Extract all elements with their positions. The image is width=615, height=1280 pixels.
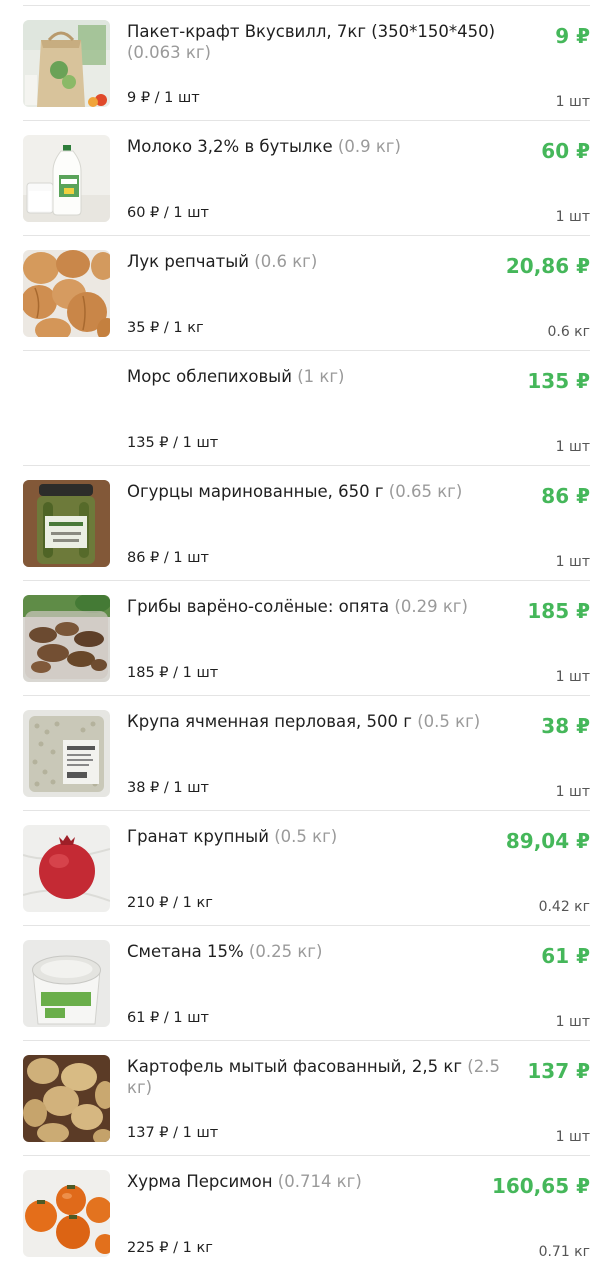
product-weight: (0.65 кг) bbox=[388, 482, 463, 501]
milk-bottle-image bbox=[23, 135, 110, 222]
unit-price: 35 ₽ / 1 кг bbox=[127, 320, 204, 336]
product-weight: (0.25 кг) bbox=[248, 942, 323, 961]
list-item[interactable]: Гранат крупный (0.5 кг) 210 ₽ / 1 кг 89,… bbox=[0, 811, 615, 926]
list-item[interactable]: Крупа ячменная перловая, 500 г (0.5 кг) … bbox=[0, 696, 615, 811]
item-total-price: 137 ₽ bbox=[527, 1059, 590, 1083]
barley-pack-image bbox=[23, 710, 110, 797]
unit-price: 38 ₽ / 1 шт bbox=[127, 780, 209, 796]
product-weight: (1 кг) bbox=[297, 367, 345, 386]
list-item[interactable]: Морс облепиховый (1 кг) 135 ₽ / 1 шт 135… bbox=[0, 351, 615, 466]
pickles-jar-image bbox=[23, 480, 110, 567]
item-total-price: 20,86 ₽ bbox=[505, 254, 590, 278]
list-item[interactable]: Картофель мытый фасованный, 2,5 кг (2.5 … bbox=[0, 1041, 615, 1156]
item-total-price: 160,65 ₽ bbox=[491, 1174, 590, 1198]
item-total-price: 135 ₽ bbox=[527, 369, 590, 393]
product-weight: (0.5 кг) bbox=[417, 712, 481, 731]
product-weight: (0.6 кг) bbox=[254, 252, 318, 271]
product-weight: (0.714 кг) bbox=[277, 1172, 362, 1191]
item-quantity: 1 шт bbox=[555, 94, 590, 110]
item-quantity: 1 шт bbox=[555, 1129, 590, 1145]
product-name: Огурцы маринованные, 650 г (0.65 кг) bbox=[127, 482, 463, 501]
unit-price: 185 ₽ / 1 шт bbox=[127, 665, 219, 681]
item-quantity: 1 шт bbox=[555, 439, 590, 455]
item-total-price: 185 ₽ bbox=[527, 599, 590, 623]
item-total-price: 61 ₽ bbox=[541, 944, 590, 968]
product-name: Сметана 15% (0.25 кг) bbox=[127, 942, 323, 961]
list-item[interactable]: Огурцы маринованные, 650 г (0.65 кг) 86 … bbox=[0, 466, 615, 581]
unit-price: 225 ₽ / 1 кг bbox=[127, 1240, 213, 1256]
product-name: Гранат крупный (0.5 кг) bbox=[127, 827, 338, 846]
item-total-price: 9 ₽ bbox=[555, 24, 590, 48]
kraft-bag-image bbox=[23, 20, 110, 107]
product-name: Грибы варёно-солёные: опята (0.29 кг) bbox=[127, 597, 468, 616]
product-name: Крупа ячменная перловая, 500 г (0.5 кг) bbox=[127, 712, 481, 731]
item-total-price: 86 ₽ bbox=[541, 484, 590, 508]
item-quantity: 1 шт bbox=[555, 1014, 590, 1030]
item-quantity: 1 шт bbox=[555, 209, 590, 225]
list-item[interactable]: Сметана 15% (0.25 кг) 61 ₽ / 1 шт 61 ₽ 1… bbox=[0, 926, 615, 1041]
item-quantity: 0.42 кг bbox=[538, 899, 590, 915]
product-name: Морс облепиховый (1 кг) bbox=[127, 367, 345, 386]
unit-price: 60 ₽ / 1 шт bbox=[127, 205, 209, 221]
item-quantity: 0.6 кг bbox=[547, 324, 590, 340]
item-quantity: 1 шт bbox=[555, 554, 590, 570]
list-item[interactable]: Лук репчатый (0.6 кг) 35 ₽ / 1 кг 20,86 … bbox=[0, 236, 615, 351]
item-total-price: 38 ₽ bbox=[541, 714, 590, 738]
onion-image bbox=[23, 250, 110, 337]
unit-price: 135 ₽ / 1 шт bbox=[127, 435, 219, 451]
unit-price: 61 ₽ / 1 шт bbox=[127, 1010, 209, 1026]
unit-price: 9 ₽ / 1 шт bbox=[127, 90, 200, 106]
potatoes-image bbox=[23, 1055, 110, 1142]
product-weight: (0.5 кг) bbox=[274, 827, 338, 846]
list-item[interactable]: Грибы варёно-солёные: опята (0.29 кг) 18… bbox=[0, 581, 615, 696]
unit-price: 137 ₽ / 1 шт bbox=[127, 1125, 219, 1141]
list-item[interactable]: Хурма Персимон (0.714 кг) 225 ₽ / 1 кг 1… bbox=[0, 1156, 615, 1271]
product-name: Хурма Персимон (0.714 кг) bbox=[127, 1172, 362, 1191]
unit-price: 210 ₽ / 1 кг bbox=[127, 895, 213, 911]
product-name: Молоко 3,2% в бутылке (0.9 кг) bbox=[127, 137, 401, 156]
product-name: Картофель мытый фасованный, 2,5 кг (2.5 … bbox=[127, 1057, 500, 1097]
item-total-price: 89,04 ₽ bbox=[505, 829, 590, 853]
mushrooms-image bbox=[23, 595, 110, 682]
item-quantity: 1 шт bbox=[555, 669, 590, 685]
item-quantity: 0.71 кг bbox=[538, 1244, 590, 1260]
list-item[interactable]: Молоко 3,2% в бутылке (0.9 кг) 60 ₽ / 1 … bbox=[0, 121, 615, 236]
list-item[interactable]: Пакет-крафт Вкусвилл, 7кг (350*150*450) … bbox=[0, 6, 615, 121]
product-name: Лук репчатый (0.6 кг) bbox=[127, 252, 318, 271]
item-quantity: 1 шт bbox=[555, 784, 590, 800]
unit-price: 86 ₽ / 1 шт bbox=[127, 550, 209, 566]
sour-cream-image bbox=[23, 940, 110, 1027]
pomegranate-image bbox=[23, 825, 110, 912]
item-total-price: 60 ₽ bbox=[541, 139, 590, 163]
product-name: Пакет-крафт Вкусвилл, 7кг (350*150*450) … bbox=[127, 22, 496, 62]
persimmon-image bbox=[23, 1170, 110, 1257]
product-weight: (0.29 кг) bbox=[394, 597, 468, 616]
product-weight: (0.9 кг) bbox=[337, 137, 401, 156]
product-weight: (0.063 кг) bbox=[127, 43, 211, 62]
